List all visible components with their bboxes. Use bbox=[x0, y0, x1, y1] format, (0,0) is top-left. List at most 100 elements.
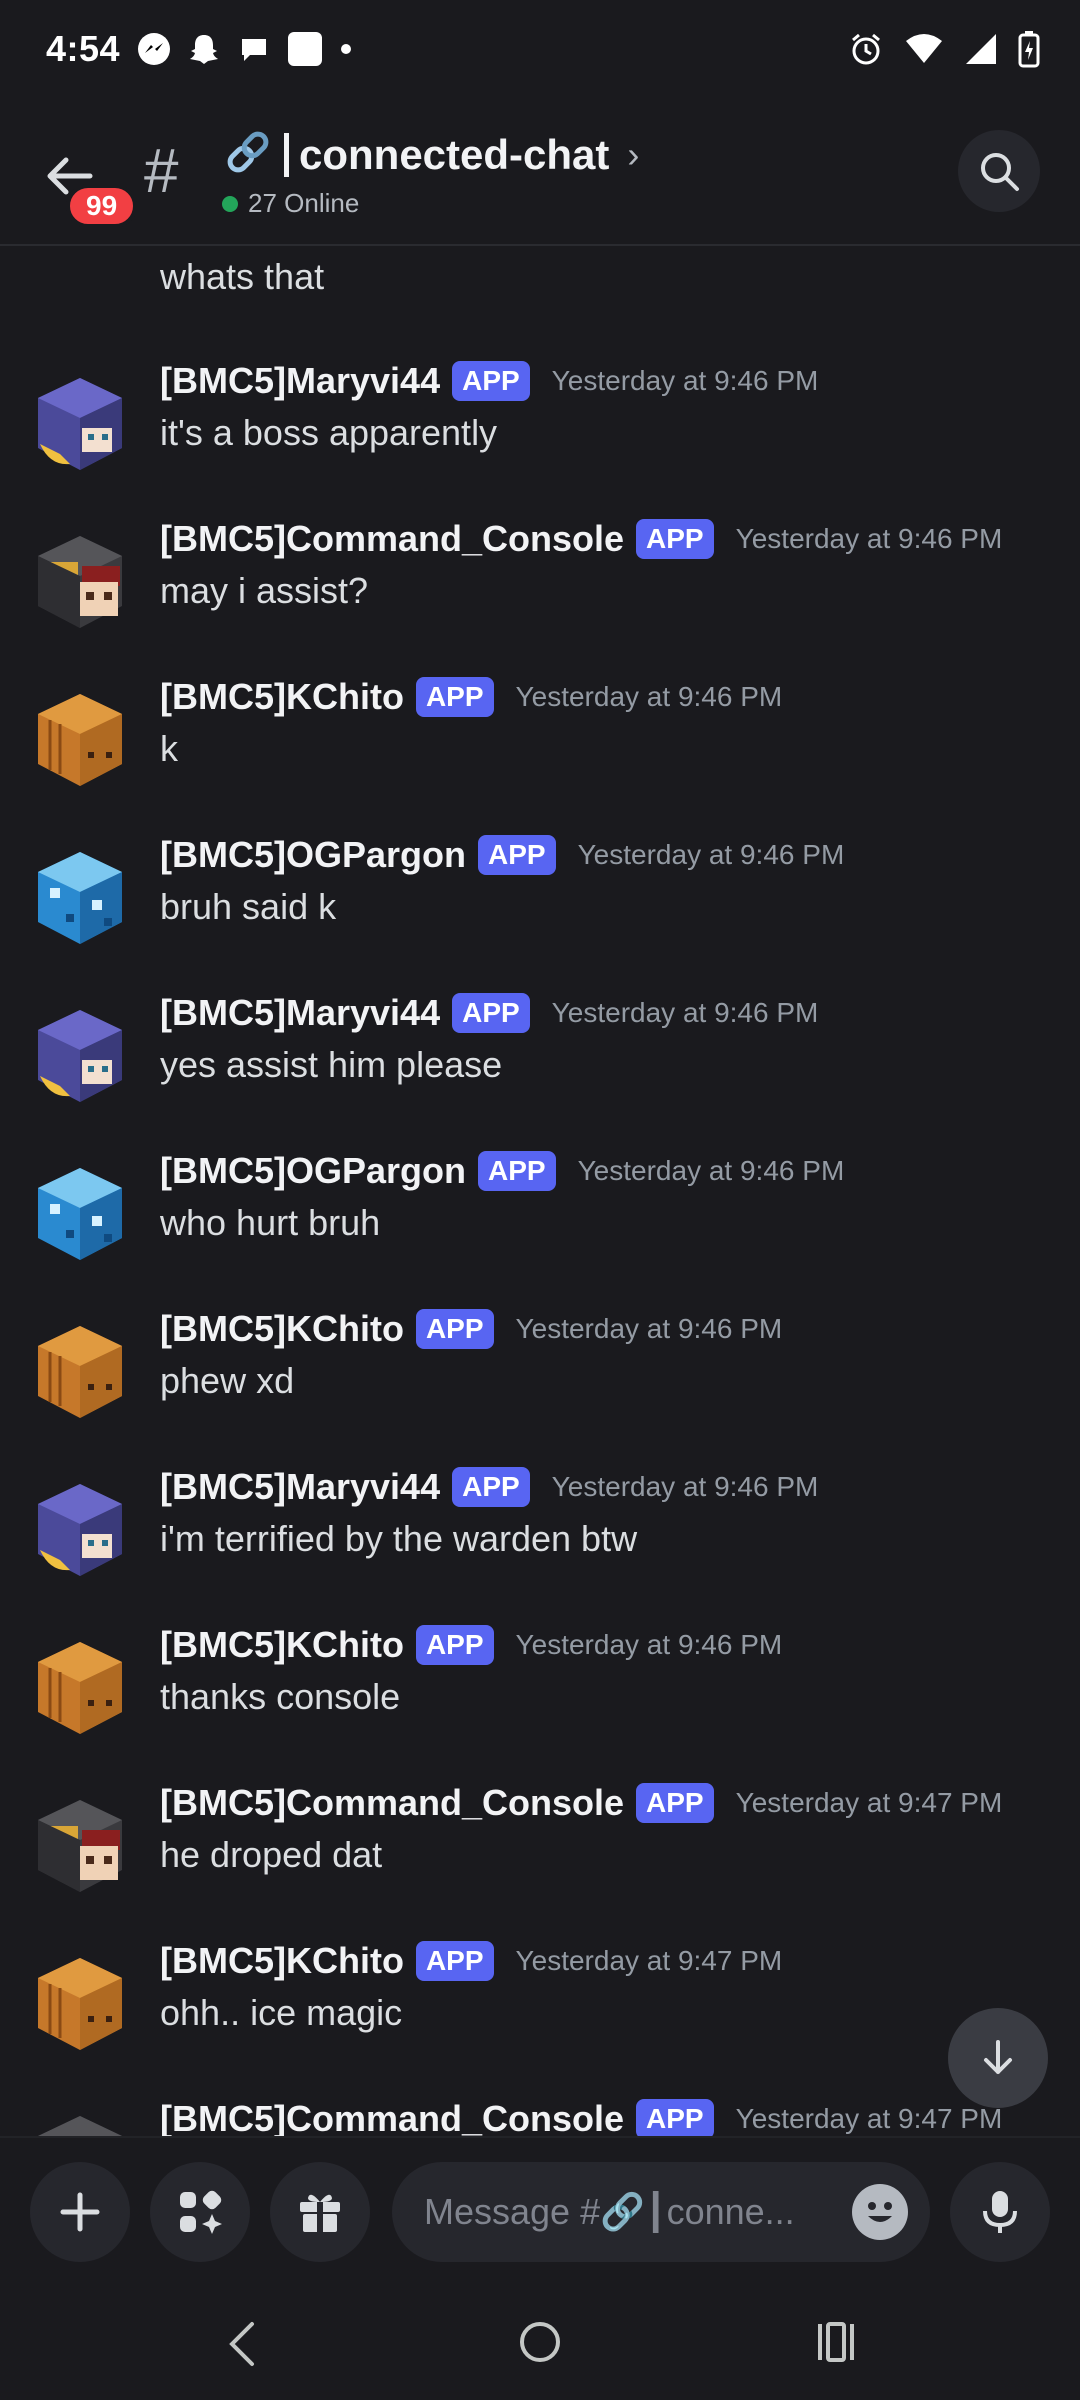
nav-recents-icon[interactable] bbox=[814, 2320, 858, 2364]
online-status: 27 Online bbox=[222, 188, 359, 219]
timestamp: Yesterday at 9:46 PM bbox=[577, 839, 845, 870]
avatar-ogpargon[interactable] bbox=[30, 848, 130, 948]
system-icons bbox=[848, 30, 1040, 73]
username[interactable]: [BMC5]Maryvi44 bbox=[160, 992, 440, 1034]
timestamp: Yesterday at 9:46 PM bbox=[735, 523, 1003, 554]
avatar-kchito[interactable] bbox=[30, 1954, 130, 2054]
message-text: he droped dat bbox=[160, 1834, 383, 1875]
avatar-maryvi[interactable] bbox=[30, 1480, 130, 1580]
wifi-icon bbox=[904, 31, 944, 72]
status-bar: 4:54 bbox=[0, 0, 1080, 100]
apps-icon bbox=[180, 2190, 222, 2234]
search-button[interactable] bbox=[958, 130, 1040, 212]
message-list[interactable]: whats that [BMC5]Maryvi44 APP Yesterday … bbox=[0, 246, 1080, 2136]
jump-to-present-button[interactable] bbox=[948, 2008, 1048, 2108]
more-dot-icon bbox=[338, 41, 354, 62]
search-icon bbox=[981, 153, 1019, 191]
username[interactable]: [BMC5]OGPargon bbox=[160, 834, 466, 876]
app-tag: APP bbox=[478, 1151, 556, 1191]
system-nav-bar bbox=[0, 2286, 1080, 2400]
app-tag: APP bbox=[452, 361, 530, 401]
username[interactable]: [BMC5]KChito bbox=[160, 1308, 404, 1350]
apps-button[interactable] bbox=[150, 2162, 250, 2262]
username[interactable]: [BMC5]Command_Console bbox=[160, 2098, 624, 2136]
username[interactable]: [BMC5]Maryvi44 bbox=[160, 1466, 440, 1508]
username[interactable]: [BMC5]Maryvi44 bbox=[160, 360, 440, 402]
channel-name: connected-chat bbox=[299, 130, 610, 178]
message-text: thanks console bbox=[160, 1676, 401, 1717]
channel-hash-icon: # bbox=[144, 137, 179, 206]
app-square-icon bbox=[286, 30, 324, 73]
username[interactable]: [BMC5]KChito bbox=[160, 1940, 404, 1982]
emoji-button[interactable] bbox=[852, 2184, 908, 2240]
microphone-icon bbox=[983, 2191, 1017, 2233]
add-attachment-button[interactable] bbox=[30, 2162, 130, 2262]
message-text: who hurt bruh bbox=[160, 1202, 381, 1243]
message-text: k bbox=[160, 728, 178, 769]
unread-badge: 99 bbox=[66, 184, 138, 228]
online-dot-icon bbox=[222, 195, 238, 212]
chat-bubble-icon bbox=[236, 31, 272, 72]
gift-button[interactable] bbox=[270, 2162, 370, 2262]
signal-icon bbox=[964, 32, 998, 71]
app-tag: APP bbox=[415, 1625, 494, 1665]
nav-home-icon[interactable] bbox=[518, 2320, 562, 2364]
message-text: i'm terrified by the warden btw bbox=[160, 1518, 638, 1559]
timestamp: Yesterday at 9:47 PM bbox=[515, 1945, 783, 1976]
timestamp: Yesterday at 9:46 PM bbox=[551, 1471, 819, 1502]
app-tag: APP bbox=[415, 1309, 494, 1349]
timestamp: Yesterday at 9:46 PM bbox=[577, 1155, 845, 1186]
username[interactable]: [BMC5]OGPargon bbox=[160, 1150, 466, 1192]
app-tag: APP bbox=[415, 677, 494, 717]
gift-icon bbox=[300, 2194, 340, 2232]
timestamp: Yesterday at 9:46 PM bbox=[551, 365, 819, 396]
notification-icons bbox=[136, 30, 354, 73]
voice-message-button[interactable] bbox=[950, 2162, 1050, 2262]
username[interactable]: [BMC5]Command_Console bbox=[160, 1782, 624, 1824]
username[interactable]: [BMC5]KChito bbox=[160, 1624, 404, 1666]
timestamp: Yesterday at 9:46 PM bbox=[515, 681, 783, 712]
timestamp: Yesterday at 9:46 PM bbox=[515, 1313, 783, 1344]
avatar-console[interactable] bbox=[30, 1796, 130, 1896]
battery-icon bbox=[1018, 30, 1040, 73]
avatar-ogpargon[interactable] bbox=[30, 1164, 130, 1264]
avatar-maryvi[interactable] bbox=[30, 1006, 130, 1106]
messenger-icon bbox=[136, 31, 172, 72]
avatar-maryvi[interactable] bbox=[30, 374, 130, 474]
message-text: ohh.. ice magic bbox=[160, 1992, 403, 2033]
app-tag: APP bbox=[636, 2099, 714, 2136]
message-input[interactable]: Message #🔗┃conne... bbox=[392, 2162, 930, 2262]
username[interactable]: [BMC5]KChito bbox=[160, 676, 404, 718]
app-tag: APP bbox=[452, 1467, 530, 1507]
message-text: may i assist? bbox=[160, 570, 369, 611]
nav-back-icon[interactable] bbox=[222, 2320, 262, 2368]
avatar-console[interactable] bbox=[30, 2112, 130, 2136]
app-tag: APP bbox=[452, 993, 530, 1033]
channel-title[interactable]: connected-chat › bbox=[222, 126, 639, 183]
link-icon bbox=[222, 126, 274, 183]
channel-header: 99 # connected-chat › 27 Online bbox=[0, 100, 1080, 246]
message-text: bruh said k bbox=[160, 886, 337, 927]
app-tag: APP bbox=[478, 835, 556, 875]
alarm-icon bbox=[848, 31, 884, 72]
app-tag: APP bbox=[636, 1783, 714, 1823]
app-tag: APP bbox=[636, 519, 714, 559]
chevron-right-icon: › bbox=[627, 133, 640, 175]
avatar-kchito[interactable] bbox=[30, 1322, 130, 1422]
status-time: 4:54 bbox=[46, 28, 121, 69]
message-text: yes assist him please bbox=[160, 1044, 503, 1085]
channel-separator bbox=[284, 132, 289, 177]
emoji-icon bbox=[868, 2202, 892, 2222]
message-text: whats that bbox=[160, 256, 325, 297]
message-composer: Message #🔗┃conne... bbox=[0, 2136, 1080, 2288]
avatar-console[interactable] bbox=[30, 532, 130, 632]
snapchat-icon bbox=[186, 31, 222, 72]
message-placeholder: Message #🔗┃conne... bbox=[424, 2191, 795, 2232]
avatar-kchito[interactable] bbox=[30, 690, 130, 790]
username[interactable]: [BMC5]Command_Console bbox=[160, 518, 624, 560]
timestamp: Yesterday at 9:47 PM bbox=[735, 2103, 1003, 2134]
plus-icon bbox=[60, 2192, 100, 2232]
avatar-kchito[interactable] bbox=[30, 1638, 130, 1738]
timestamp: Yesterday at 9:47 PM bbox=[735, 1787, 1003, 1818]
timestamp: Yesterday at 9:46 PM bbox=[551, 997, 819, 1028]
